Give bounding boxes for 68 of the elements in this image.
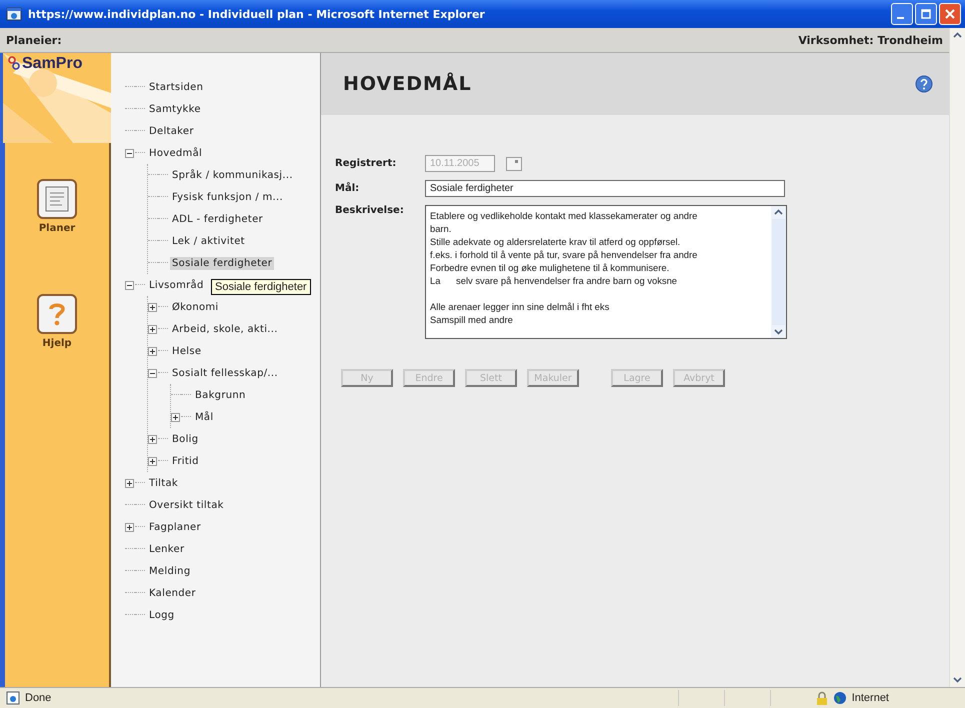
globe-icon	[832, 691, 847, 705]
calendar-icon[interactable]	[505, 156, 523, 172]
maximize-icon	[920, 8, 932, 20]
rail-label: Planer	[38, 223, 76, 234]
tree-item[interactable]: Bakgrunn	[193, 388, 248, 402]
expand-toggle[interactable]	[125, 522, 134, 532]
tree-item[interactable]: Lek / aktivitet	[170, 234, 247, 248]
expand-toggle[interactable]	[125, 478, 134, 488]
page-title: HOVEDMÅL	[343, 73, 472, 95]
page-icon	[6, 691, 20, 705]
collapse-toggle[interactable]	[125, 280, 134, 290]
expand-toggle[interactable]	[148, 346, 157, 356]
status-text: Done	[25, 692, 52, 704]
expand-toggle[interactable]	[148, 302, 157, 312]
description-field[interactable]: Etablere og vedlikeholde kontakt med klassekamerater og andre barn. Stille adekvate og aldersrelaterte krav til atferd og oppførsel. f.eks. i forhold til å vente på tur, svare på henvendelser fra andre Forbedre evnen til og øke mulighetene til å kommunisere. La selv svare på henvendelser fra andre barn og voksne Alle arenaer legger inn sine delmål i fht eks Samspill med andre	[425, 205, 787, 339]
tree-item[interactable]: Språk / kommunikasj...	[170, 168, 295, 182]
field-label: Registrert:	[335, 158, 398, 169]
expand-toggle[interactable]	[148, 456, 157, 466]
expand-toggle[interactable]	[171, 412, 180, 422]
tree-item[interactable]: Tiltak	[147, 476, 180, 490]
collapse-toggle[interactable]	[125, 148, 134, 158]
tree-item[interactable]: Mål	[193, 410, 216, 424]
expand-toggle[interactable]	[148, 324, 157, 334]
organization-label: Virksomhet: Trondheim	[798, 34, 943, 46]
tree-item[interactable]: Melding	[147, 564, 192, 578]
plans-button[interactable]	[37, 179, 77, 219]
close-icon	[944, 8, 956, 20]
tree-item[interactable]: Deltaker	[147, 124, 196, 138]
tree-item[interactable]: Sosialt fellesskap/...	[170, 366, 280, 380]
tree-item[interactable]: Logg	[147, 608, 176, 622]
field-label: Beskrivelse:	[335, 205, 405, 216]
tooltip: Sosiale ferdigheter	[211, 279, 311, 295]
tree-item[interactable]: Helse	[170, 344, 204, 358]
tree-item[interactable]: Sosiale ferdigheter	[170, 256, 274, 270]
tree-item[interactable]: Lenker	[147, 542, 186, 556]
page-scrollbar[interactable]	[949, 28, 965, 687]
expand-toggle[interactable]	[148, 434, 157, 444]
zone-label: Internet	[852, 692, 889, 704]
tree-item[interactable]: Bolig	[170, 432, 200, 446]
people-icon	[7, 56, 21, 72]
tree-item[interactable]: Fritid	[170, 454, 201, 468]
tree-item[interactable]: Samtykke	[147, 102, 203, 116]
collapse-toggle[interactable]	[148, 368, 157, 378]
minimize-button[interactable]	[891, 3, 913, 25]
tree-item[interactable]: Startsiden	[147, 80, 206, 94]
lock-icon	[816, 691, 828, 705]
window-title: https://www.individplan.no - Individuell plan - Microsoft Internet Explorer	[28, 8, 486, 20]
tree-item[interactable]: Livsområd	[147, 278, 206, 292]
minimize-icon	[897, 17, 904, 19]
logo-text: SamPro	[22, 55, 82, 73]
tree-item[interactable]: ADL - ferdigheter	[170, 212, 265, 226]
tree-item[interactable]: Oversikt tiltak	[147, 498, 226, 512]
scrollbar[interactable]	[771, 206, 786, 338]
field-label: Mål:	[335, 183, 360, 194]
page-icon	[6, 6, 22, 22]
tree-item[interactable]: Hovedmål	[147, 146, 204, 160]
tree-item[interactable]: Fysisk funksjon / m...	[170, 190, 285, 204]
tree-item[interactable]: Kalender	[147, 586, 198, 600]
help-icon[interactable]	[915, 75, 933, 93]
tree-item[interactable]: Fagplaner	[147, 520, 203, 534]
close-button[interactable]	[939, 3, 961, 25]
tree-item[interactable]: Arbeid, skole, akti...	[170, 322, 280, 336]
plan-owner-label: Planeier:	[6, 34, 62, 46]
maximize-button[interactable]	[915, 3, 937, 25]
goal-field[interactable]: Sosiale ferdigheter	[425, 180, 785, 197]
help-button[interactable]	[37, 294, 77, 334]
rail-label: Hjelp	[42, 338, 72, 349]
tree-item[interactable]: Økonomi	[170, 300, 220, 314]
